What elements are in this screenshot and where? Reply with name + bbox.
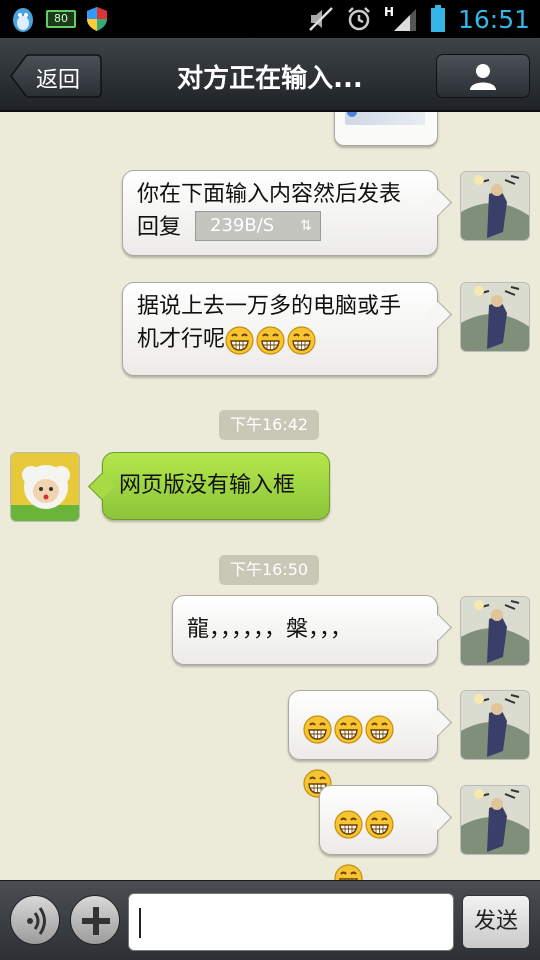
back-label: 返回 bbox=[36, 68, 81, 93]
message-text: 网页版没有输入框 bbox=[119, 473, 296, 498]
back-button[interactable]: 返回 bbox=[10, 54, 102, 98]
avatar-self-image bbox=[461, 597, 529, 665]
timestamp: 下午16:50 bbox=[219, 555, 320, 585]
shield-icon bbox=[87, 7, 107, 31]
message-text-line: 回复 239B/S ⇅ bbox=[137, 211, 423, 244]
image-thumbnail bbox=[345, 112, 425, 125]
message-bubble-sent[interactable]: 龍，，，，，，槃，，， bbox=[172, 595, 438, 665]
message-bubble-sent[interactable] bbox=[319, 785, 438, 880]
avatar-self-image bbox=[461, 786, 529, 854]
message-text-line: 据说上去一万多的电脑或手 bbox=[137, 294, 402, 319]
plus-button[interactable] bbox=[70, 895, 120, 945]
send-button[interactable]: 发送 bbox=[462, 895, 530, 949]
qq-penguin-icon bbox=[13, 8, 33, 32]
avatar-self[interactable] bbox=[460, 171, 530, 241]
battery-icon bbox=[430, 5, 445, 32]
composer-bar: 发送 bbox=[0, 880, 540, 960]
message-bubble-sent[interactable] bbox=[288, 690, 438, 798]
message-bubble-sent[interactable]: 据说上去一万多的电脑或手 机才行呢 bbox=[122, 282, 438, 376]
signal-icon: H bbox=[384, 5, 416, 31]
message-text-line: 机才行呢 bbox=[137, 323, 423, 356]
avatar-self-image bbox=[461, 283, 529, 351]
title-bar: 返回 对方正在输入... bbox=[0, 38, 540, 112]
alarm-icon bbox=[348, 7, 370, 31]
emoji-grin-icon bbox=[303, 711, 332, 744]
mute-icon bbox=[309, 7, 333, 31]
emoji-grin-icon bbox=[334, 711, 363, 744]
avatar-self[interactable] bbox=[460, 690, 530, 760]
message-input[interactable] bbox=[128, 893, 454, 951]
clock: 16:51 bbox=[457, 4, 530, 34]
voice-icon bbox=[27, 907, 46, 935]
avatar-self[interactable] bbox=[460, 596, 530, 666]
user-icon bbox=[470, 64, 496, 90]
avatar-self[interactable] bbox=[460, 785, 530, 855]
message-bubble-received[interactable]: 网页版没有输入框 bbox=[102, 452, 330, 520]
page-title: 对方正在输入... bbox=[177, 64, 363, 94]
emoji-grin-icon bbox=[334, 860, 363, 880]
message-text-part: 回复 bbox=[137, 215, 182, 240]
avatar-self[interactable] bbox=[460, 282, 530, 352]
emoji-grin-icon bbox=[287, 325, 316, 355]
emoji-grin-icon bbox=[256, 325, 285, 355]
transfer-speed-badge: 239B/S ⇅ bbox=[195, 211, 322, 241]
transfer-arrows-icon: ⇅ bbox=[300, 218, 313, 234]
image-message-partial[interactable] bbox=[334, 112, 438, 146]
plus-icon bbox=[82, 907, 110, 935]
battery-80-icon: 80 bbox=[46, 10, 76, 28]
avatar-contact[interactable] bbox=[10, 452, 80, 522]
emoji-grin-icon bbox=[365, 711, 394, 744]
emoji-grin-icon bbox=[225, 325, 254, 355]
emoji-grin-icon bbox=[365, 806, 394, 839]
avatar-contact-image bbox=[11, 453, 79, 521]
avatar-self-image bbox=[461, 172, 529, 240]
avatar-self-image bbox=[461, 691, 529, 759]
transfer-speed-text: 239B/S bbox=[210, 215, 275, 236]
text-caret bbox=[139, 908, 141, 938]
message-text-part: 机才行呢 bbox=[137, 327, 226, 352]
message-text-line: 你在下面输入内容然后发表 bbox=[137, 182, 402, 207]
chat-area[interactable]: 你在下面输入内容然后发表 回复 239B/S ⇅ 据说上去一万多的电脑或手 机才行呢 bbox=[0, 112, 540, 880]
status-bar: 80 H 16:51 bbox=[0, 0, 540, 38]
message-bubble-sent[interactable]: 你在下面输入内容然后发表 回复 239B/S ⇅ bbox=[122, 170, 438, 256]
voice-button[interactable] bbox=[10, 895, 60, 945]
svg-text:H: H bbox=[384, 5, 394, 19]
timestamp: 下午16:42 bbox=[219, 410, 320, 440]
message-text: 龍，，，，，，槃，，， bbox=[187, 617, 353, 642]
emoji-grin-icon bbox=[334, 806, 363, 839]
profile-button[interactable] bbox=[436, 54, 530, 98]
